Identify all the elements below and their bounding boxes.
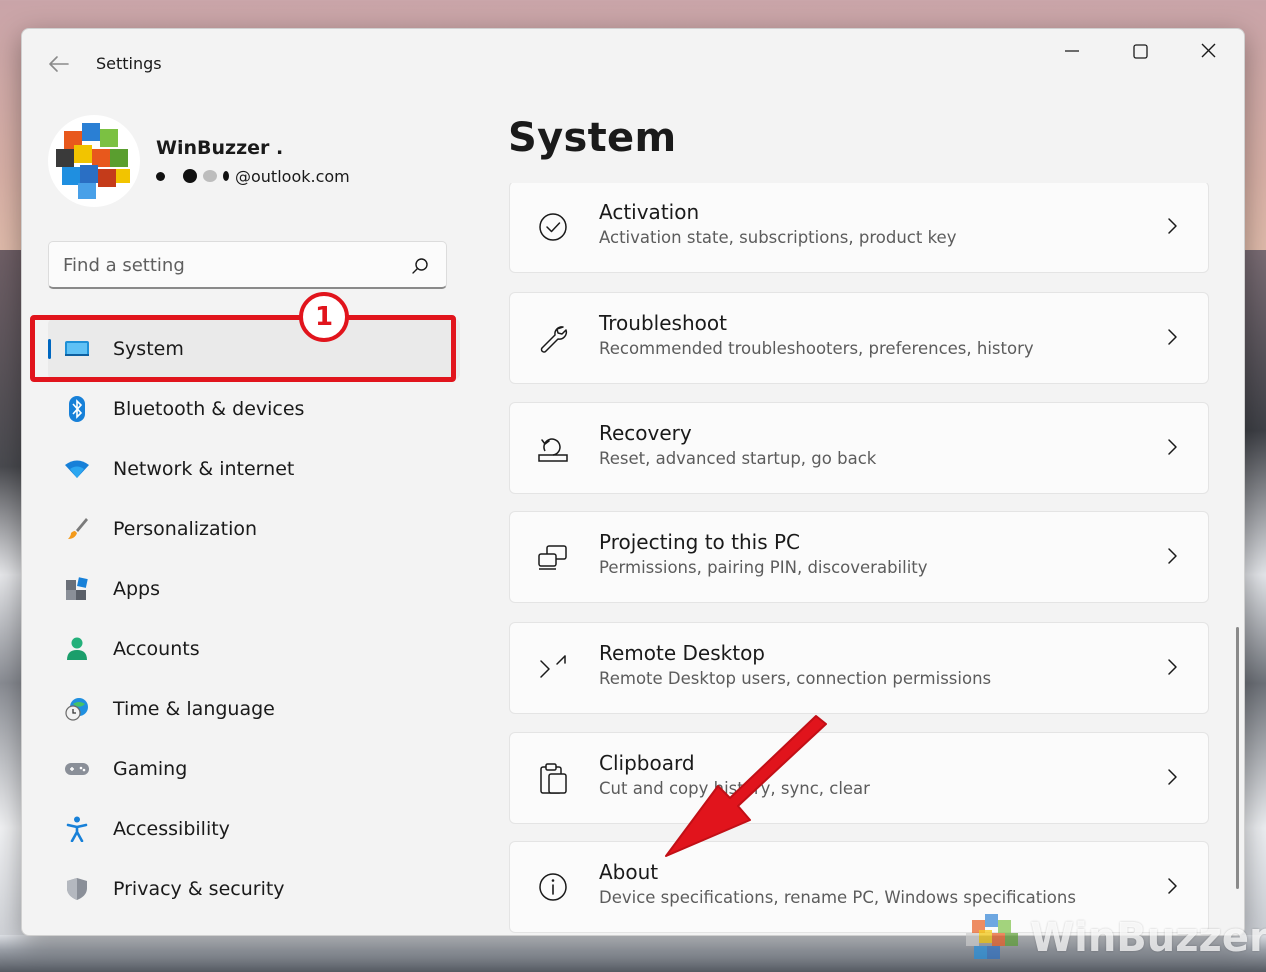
redaction-mark <box>223 171 229 181</box>
info-icon <box>539 873 567 901</box>
sidebar-item-label: Gaming <box>113 758 188 780</box>
close-icon <box>1201 43 1216 58</box>
sidebar-item-label: Apps <box>113 578 161 600</box>
watermark-text: WinBuzzer <box>1030 915 1266 961</box>
settings-list: Activation Activation state, subscriptio… <box>509 183 1209 935</box>
sidebar-item-network[interactable]: Network & internet <box>48 439 460 499</box>
user-email-suffix: @outlook.com <box>235 166 350 186</box>
apps-icon <box>64 576 90 602</box>
minimize-button[interactable] <box>1042 37 1102 77</box>
user-email: @outlook.com <box>156 165 350 187</box>
sidebar-item-label: Bluetooth & devices <box>113 398 305 420</box>
accessibility-icon <box>64 816 90 842</box>
settings-window: Settings WinBuzzer . @outlook.com Find a… <box>21 28 1245 936</box>
chevron-right-icon <box>1168 439 1177 455</box>
shield-icon <box>64 876 90 902</box>
sidebar-item-personalization[interactable]: Personalization <box>48 499 460 559</box>
setting-subtitle: Permissions, pairing PIN, discoverabilit… <box>599 558 928 577</box>
setting-title: Recovery <box>599 421 692 445</box>
minimize-icon <box>1065 50 1079 52</box>
sidebar-item-label: Accessibility <box>113 818 230 840</box>
avatar[interactable] <box>48 115 140 207</box>
project-screen-icon <box>538 545 567 570</box>
setting-subtitle: Reset, advanced startup, go back <box>599 449 877 468</box>
annotation-step-badge: 1 <box>299 292 349 342</box>
setting-subtitle: Recommended troubleshooters, preferences… <box>599 339 1034 358</box>
redaction-mark <box>156 171 165 181</box>
search-box[interactable] <box>48 241 447 289</box>
setting-subtitle: Remote Desktop users, connection permiss… <box>599 669 992 688</box>
setting-title: Clipboard <box>599 751 695 775</box>
setting-card-clipboard[interactable]: Clipboard Cut and copy history, sync, cl… <box>509 732 1209 824</box>
sidebar-item-label: System <box>113 338 184 360</box>
sidebar-item-bluetooth[interactable]: Bluetooth & devices <box>48 379 460 439</box>
person-icon <box>64 636 90 662</box>
redaction-mark <box>203 170 217 182</box>
chevron-right-icon <box>1168 548 1177 564</box>
bluetooth-icon <box>64 396 90 422</box>
winbuzzer-logo-icon <box>56 123 130 199</box>
chevron-right-icon <box>1168 769 1177 785</box>
back-button[interactable] <box>44 51 74 77</box>
setting-title: Activation <box>599 200 700 224</box>
sidebar-item-label: Network & internet <box>113 458 295 480</box>
wifi-icon <box>64 456 90 482</box>
sidebar-item-label: Accounts <box>113 638 200 660</box>
gamepad-icon <box>64 756 90 782</box>
wallpaper-right-edge <box>1242 250 1266 972</box>
maximize-button[interactable] <box>1110 37 1170 77</box>
chevron-right-icon <box>1168 659 1177 675</box>
setting-subtitle: Activation state, subscriptions, product… <box>599 228 957 247</box>
sidebar-item-accounts[interactable]: Accounts <box>48 619 460 679</box>
sidebar-item-gaming[interactable]: Gaming <box>48 739 460 799</box>
back-arrow-icon <box>49 56 69 72</box>
setting-title: Troubleshoot <box>599 311 727 335</box>
setting-card-troubleshoot[interactable]: Troubleshoot Recommended troubleshooters… <box>509 292 1209 384</box>
globe-clock-icon <box>64 696 90 722</box>
app-title: Settings <box>96 54 162 73</box>
sidebar-item-label: Personalization <box>113 518 258 540</box>
chevron-right-icon <box>1168 218 1177 234</box>
setting-title: About <box>599 860 659 884</box>
title-bar: Settings <box>22 29 1244 99</box>
sidebar-item-apps[interactable]: Apps <box>48 559 460 619</box>
paintbrush-icon <box>64 516 90 542</box>
sidebar-nav: System Bluetooth & devices Network & int… <box>48 319 460 919</box>
winbuzzer-logo-icon <box>966 914 1018 959</box>
chevron-right-icon <box>1168 878 1177 894</box>
setting-title: Remote Desktop <box>599 641 766 665</box>
page-title: System <box>508 115 677 161</box>
wrench-icon <box>540 326 568 353</box>
setting-card-projecting[interactable]: Projecting to this PC Permissions, pairi… <box>509 511 1209 603</box>
search-input[interactable] <box>63 252 393 278</box>
setting-card-remote-desktop[interactable]: Remote Desktop Remote Desktop users, con… <box>509 622 1209 714</box>
setting-subtitle: Cut and copy history, sync, clear <box>599 779 870 798</box>
search-icon[interactable] <box>410 256 430 276</box>
watermark: WinBuzzer <box>962 908 1266 968</box>
setting-card-recovery[interactable]: Recovery Reset, advanced startup, go bac… <box>509 402 1209 494</box>
remote-desktop-icon <box>540 655 566 678</box>
sidebar-item-label: Time & language <box>113 698 275 720</box>
sidebar-item-time-language[interactable]: Time & language <box>48 679 460 739</box>
clipboard-icon <box>540 763 567 794</box>
selection-indicator <box>48 339 51 359</box>
sidebar-item-privacy-security[interactable]: Privacy & security <box>48 859 460 919</box>
sidebar-item-label: Privacy & security <box>113 878 285 900</box>
scrollbar-thumb[interactable] <box>1236 627 1239 889</box>
chevron-right-icon <box>1168 329 1177 345</box>
sidebar-item-system[interactable]: System <box>48 319 460 379</box>
recovery-icon <box>538 438 568 462</box>
setting-subtitle: Device specifications, rename PC, Window… <box>599 888 1076 907</box>
user-name: WinBuzzer . <box>156 137 284 159</box>
setting-card-activation[interactable]: Activation Activation state, subscriptio… <box>509 183 1209 273</box>
redaction-mark <box>183 169 197 183</box>
setting-title: Projecting to this PC <box>599 530 801 554</box>
close-button[interactable] <box>1178 37 1238 77</box>
system-display-icon <box>64 336 90 362</box>
sidebar-item-accessibility[interactable]: Accessibility <box>48 799 460 859</box>
maximize-icon <box>1133 44 1148 59</box>
check-circle-icon <box>539 213 567 241</box>
